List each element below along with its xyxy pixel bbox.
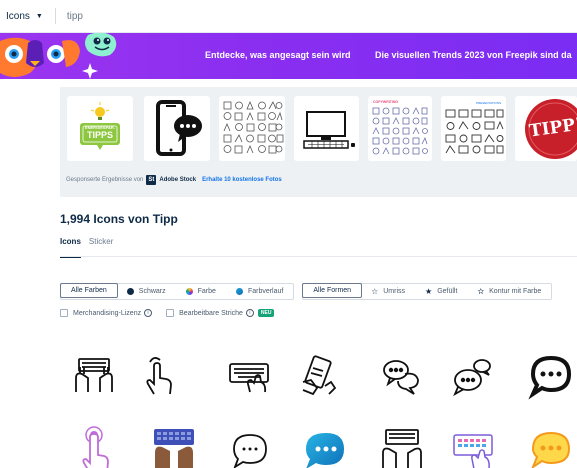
speech-bubble-dots-icon bbox=[528, 355, 572, 400]
adobe-stock-logo: St bbox=[146, 175, 157, 185]
filter-outline-label: Umriss bbox=[383, 288, 406, 295]
sponsored-thumb-tipp-stamp[interactable]: TIPP! bbox=[515, 96, 577, 161]
merch-license-checkbox[interactable] bbox=[60, 309, 68, 317]
sponsored-thumb-computer[interactable] bbox=[294, 96, 359, 161]
new-badge: NEU bbox=[257, 309, 275, 317]
presentation-icon-set-icon bbox=[445, 109, 504, 154]
tabs-divider bbox=[60, 256, 577, 257]
free-photos-link[interactable]: Erhalte 10 kostenlose Fotos bbox=[202, 177, 282, 183]
search-input[interactable]: tipp bbox=[67, 11, 83, 22]
search-bar: Icons ▼ tipp bbox=[0, 0, 577, 33]
hands-typing-outline-icon bbox=[382, 429, 422, 468]
page-title: 1,994 Icons von Tipp bbox=[60, 212, 178, 226]
chat-bubbles-icon bbox=[453, 359, 491, 397]
filter-color[interactable]: Farbe bbox=[176, 284, 226, 299]
filter-color-label: Farbe bbox=[197, 288, 216, 295]
filter-outline-color-label: Kontur mit Farbe bbox=[489, 288, 542, 295]
filter-all-colors-label: Alle Farben bbox=[71, 287, 107, 294]
filter-outline[interactable]: ☆ Umriss bbox=[361, 284, 415, 299]
license-options: Merchandising-Lizenz i Bearbeitbare Stri… bbox=[60, 309, 275, 317]
filter-black-label: Schwarz bbox=[138, 288, 166, 295]
sponsored-label: Gesponserte Ergebnisse von bbox=[66, 177, 144, 183]
tab-icons[interactable]: Icons bbox=[60, 237, 81, 258]
info-icon[interactable]: i bbox=[144, 309, 153, 317]
banner-trends-message: Die visuellen Trends 2023 von Freepik si… bbox=[375, 50, 572, 60]
tab-sticker[interactable]: Sticker bbox=[89, 237, 113, 258]
shape-filter-group: Alle Formen ☆ Umriss ★ Gefüllt ✫ Kontur … bbox=[302, 283, 553, 300]
icon-result[interactable] bbox=[295, 352, 343, 400]
icon-result[interactable] bbox=[378, 425, 426, 468]
chevron-down-icon: ▼ bbox=[35, 13, 43, 20]
hands-on-keyboard-color-icon bbox=[154, 429, 194, 468]
banner-message: Entdecke, was angesagt sein wird bbox=[205, 50, 351, 60]
copywriting-icon-set-icon bbox=[372, 107, 428, 155]
desktop-computer-icon bbox=[303, 111, 355, 149]
keyboard-hand-icon bbox=[229, 363, 269, 393]
search-divider bbox=[54, 8, 56, 24]
filter-all-shapes[interactable]: Alle Formen bbox=[302, 283, 363, 298]
icon-result[interactable] bbox=[70, 425, 118, 468]
icon-set-grid-icon bbox=[223, 100, 284, 154]
banner-illustration-icon bbox=[0, 33, 117, 79]
filter-black[interactable]: Schwarz bbox=[117, 284, 176, 299]
icon-result[interactable] bbox=[448, 352, 496, 400]
sponsored-results: ENERGIESPAR- TIPPS COPYWRITING PRESENTAT… bbox=[60, 87, 577, 197]
icon-result[interactable] bbox=[378, 352, 426, 400]
sponsored-thumb-copywriting[interactable]: COPYWRITING bbox=[368, 96, 432, 161]
star-filled-icon: ★ bbox=[425, 287, 433, 296]
chat-bubble-yellow-icon bbox=[531, 431, 571, 468]
sponsored-thumb-icon-grid[interactable] bbox=[219, 96, 285, 161]
filter-all-colors[interactable]: Alle Farben bbox=[60, 283, 118, 298]
promo-banner[interactable]: Entdecke, was angesagt sein wird Die vis… bbox=[0, 33, 577, 79]
adobe-stock-name: Adobe Stock bbox=[159, 177, 197, 183]
info-icon[interactable]: i bbox=[245, 309, 254, 317]
hand-holding-phone-icon bbox=[302, 355, 337, 396]
finger-tap-icon bbox=[146, 357, 172, 395]
icon-result[interactable] bbox=[226, 425, 274, 468]
icon-result[interactable] bbox=[527, 352, 575, 400]
filter-gradient-label: Farbverlauf bbox=[247, 288, 284, 295]
color-filter-group: Alle Farben Schwarz Farbe Farbverlauf bbox=[60, 283, 295, 300]
icon-result[interactable] bbox=[70, 352, 118, 400]
copywriting-label: COPYWRITING bbox=[373, 100, 399, 104]
smartphone-chat-icon bbox=[156, 100, 202, 156]
sponsored-thumb-presentations[interactable]: PRESENTATIONS bbox=[441, 96, 506, 161]
merch-license-label: Merchandising-Lizenz bbox=[73, 309, 142, 317]
presentations-label: PRESENTATIONS bbox=[476, 101, 501, 105]
search-type-label: Icons bbox=[6, 10, 30, 22]
icon-result[interactable] bbox=[527, 425, 575, 468]
search-type-dropdown[interactable]: Icons ▼ bbox=[0, 0, 43, 32]
keyboard-hand-color-icon bbox=[453, 434, 493, 468]
finger-touch-icon bbox=[82, 426, 109, 468]
filter-outline-color[interactable]: ✫ Kontur mit Farbe bbox=[467, 284, 551, 299]
star-outline-icon: ☆ bbox=[371, 287, 379, 296]
filter-all-shapes-label: Alle Formen bbox=[313, 287, 352, 294]
editable-strokes-label: Bearbeitbare Striche bbox=[179, 309, 243, 317]
chat-conversation-icon bbox=[383, 360, 419, 395]
icon-result[interactable] bbox=[300, 425, 348, 468]
gradient-dot-icon bbox=[235, 288, 243, 295]
hands-typing-keyboard-icon bbox=[75, 358, 113, 392]
editable-strokes-checkbox[interactable] bbox=[166, 309, 175, 317]
chat-bubble-gradient-icon bbox=[306, 433, 344, 468]
sponsored-thumb-energy-tips[interactable]: ENERGIESPAR- TIPPS bbox=[67, 96, 133, 161]
filter-filled[interactable]: ★ Gefüllt bbox=[415, 284, 467, 299]
energy-tips-line2: TIPPS bbox=[86, 130, 113, 140]
icon-result[interactable] bbox=[150, 425, 198, 468]
asset-type-tabs: Icons Sticker bbox=[60, 237, 121, 258]
filter-filled-label: Gefüllt bbox=[437, 288, 458, 295]
star-outline-color-icon: ✫ bbox=[477, 287, 485, 296]
filter-gradient[interactable]: Farbverlauf bbox=[226, 284, 293, 299]
icon-result[interactable] bbox=[226, 352, 274, 400]
multicolor-dot-icon bbox=[185, 288, 193, 295]
black-dot-icon bbox=[126, 288, 134, 295]
chat-bubble-outline-icon bbox=[233, 434, 267, 468]
sponsored-footer: Gesponserte Ergebnisse von St Adobe Stoc… bbox=[66, 175, 282, 185]
icon-result[interactable] bbox=[450, 425, 498, 468]
filter-bar: Alle Farben Schwarz Farbe Farbverlauf Al… bbox=[60, 283, 577, 300]
sponsored-thumb-phone-chat[interactable] bbox=[144, 96, 210, 161]
icon-result[interactable] bbox=[134, 352, 182, 400]
